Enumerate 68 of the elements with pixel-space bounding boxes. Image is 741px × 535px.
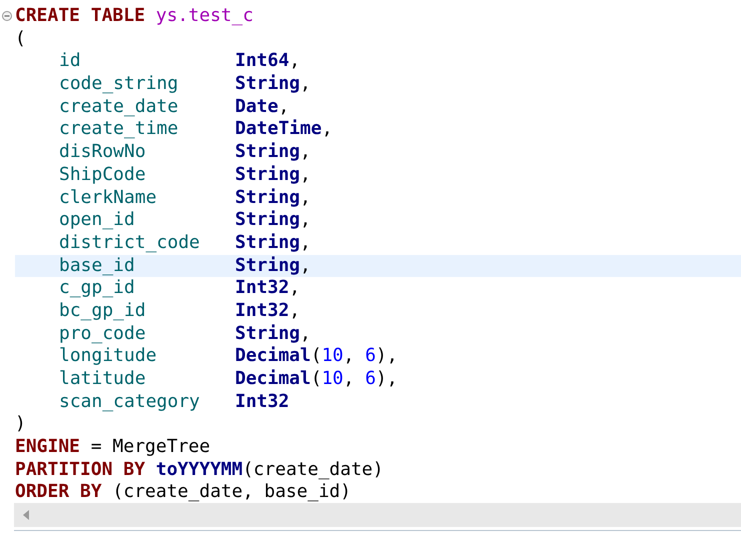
code-text: )	[15, 413, 26, 436]
column-name: clerkName	[59, 186, 158, 210]
column-type: Int64	[235, 50, 290, 74]
column-name: bc_gp_id	[59, 300, 147, 323]
column-name: longitude	[59, 345, 158, 368]
code-text: (	[310, 345, 322, 368]
column-name: open_id	[59, 209, 136, 232]
column-name: id	[59, 50, 82, 74]
code-text: ),	[376, 368, 398, 391]
code-text: ,	[289, 50, 300, 74]
code-text: ,	[300, 322, 311, 346]
number-literal: 6	[365, 345, 376, 368]
code-text: (	[310, 368, 322, 391]
number-literal: 10	[322, 368, 344, 391]
column-name: create_time	[59, 118, 180, 142]
sql-keyword: PARTITION BY	[15, 458, 146, 482]
sql-keyword: ORDER BY	[15, 481, 102, 504]
code-text: = MergeTree	[90, 436, 210, 459]
code-text: ,	[300, 73, 311, 96]
number-literal: 6	[365, 368, 376, 391]
column-type: Int32	[235, 277, 290, 300]
code-text: ,	[300, 186, 311, 210]
column-name: disRowNo	[59, 141, 147, 164]
column-name: district_code	[59, 232, 201, 255]
code-text: (create_date, base_id)	[112, 481, 351, 504]
column-type: DateTime	[235, 118, 322, 142]
column-name: c_gp_id	[59, 277, 136, 300]
column-type: String	[235, 186, 300, 210]
column-type: String	[235, 141, 300, 164]
column-name: latitude	[59, 368, 147, 391]
sql-keyword: CREATE TABLE	[15, 5, 146, 28]
code-text: (create_date)	[242, 458, 384, 482]
code-text: ),	[376, 345, 398, 368]
code-text: ,	[343, 345, 356, 368]
collapse-icon[interactable]	[2, 11, 12, 21]
code-text: ,	[300, 141, 311, 164]
number-literal: 10	[322, 345, 344, 368]
column-name: ShipCode	[59, 164, 147, 186]
code-text: (	[15, 28, 26, 50]
column-name: create_date	[59, 96, 180, 118]
code-text: ,	[300, 164, 311, 186]
code-text: ,	[289, 277, 300, 300]
column-type: Decimal	[235, 345, 311, 368]
column-type: Date	[235, 96, 278, 118]
column-type: Int32	[235, 300, 290, 323]
code-text: ,	[278, 96, 290, 118]
code-text: ,	[300, 254, 311, 278]
code-text: ,	[300, 232, 311, 255]
column-name: base_id	[59, 254, 136, 278]
table-name: ys.test_c	[154, 5, 254, 28]
column-type: String	[235, 254, 300, 278]
column-name: code_string	[59, 73, 180, 96]
column-type: String	[235, 322, 300, 346]
column-type: String	[235, 73, 300, 96]
code-text: ,	[300, 209, 311, 232]
column-type: Decimal	[235, 368, 311, 391]
column-type: String	[235, 209, 300, 232]
code-text: ,	[289, 300, 300, 323]
horizontal-scrollbar[interactable]	[14, 503, 741, 527]
column-name: scan_category	[59, 390, 201, 414]
function-name: toYYYYMM	[154, 458, 243, 482]
code-text: ,	[322, 118, 333, 142]
column-type: String	[235, 164, 300, 186]
sql-keyword: ENGINE	[15, 436, 80, 459]
column-type: String	[235, 232, 300, 255]
column-type: Int32	[235, 390, 290, 414]
code-text: ,	[343, 368, 356, 391]
column-name: pro_code	[59, 322, 147, 346]
